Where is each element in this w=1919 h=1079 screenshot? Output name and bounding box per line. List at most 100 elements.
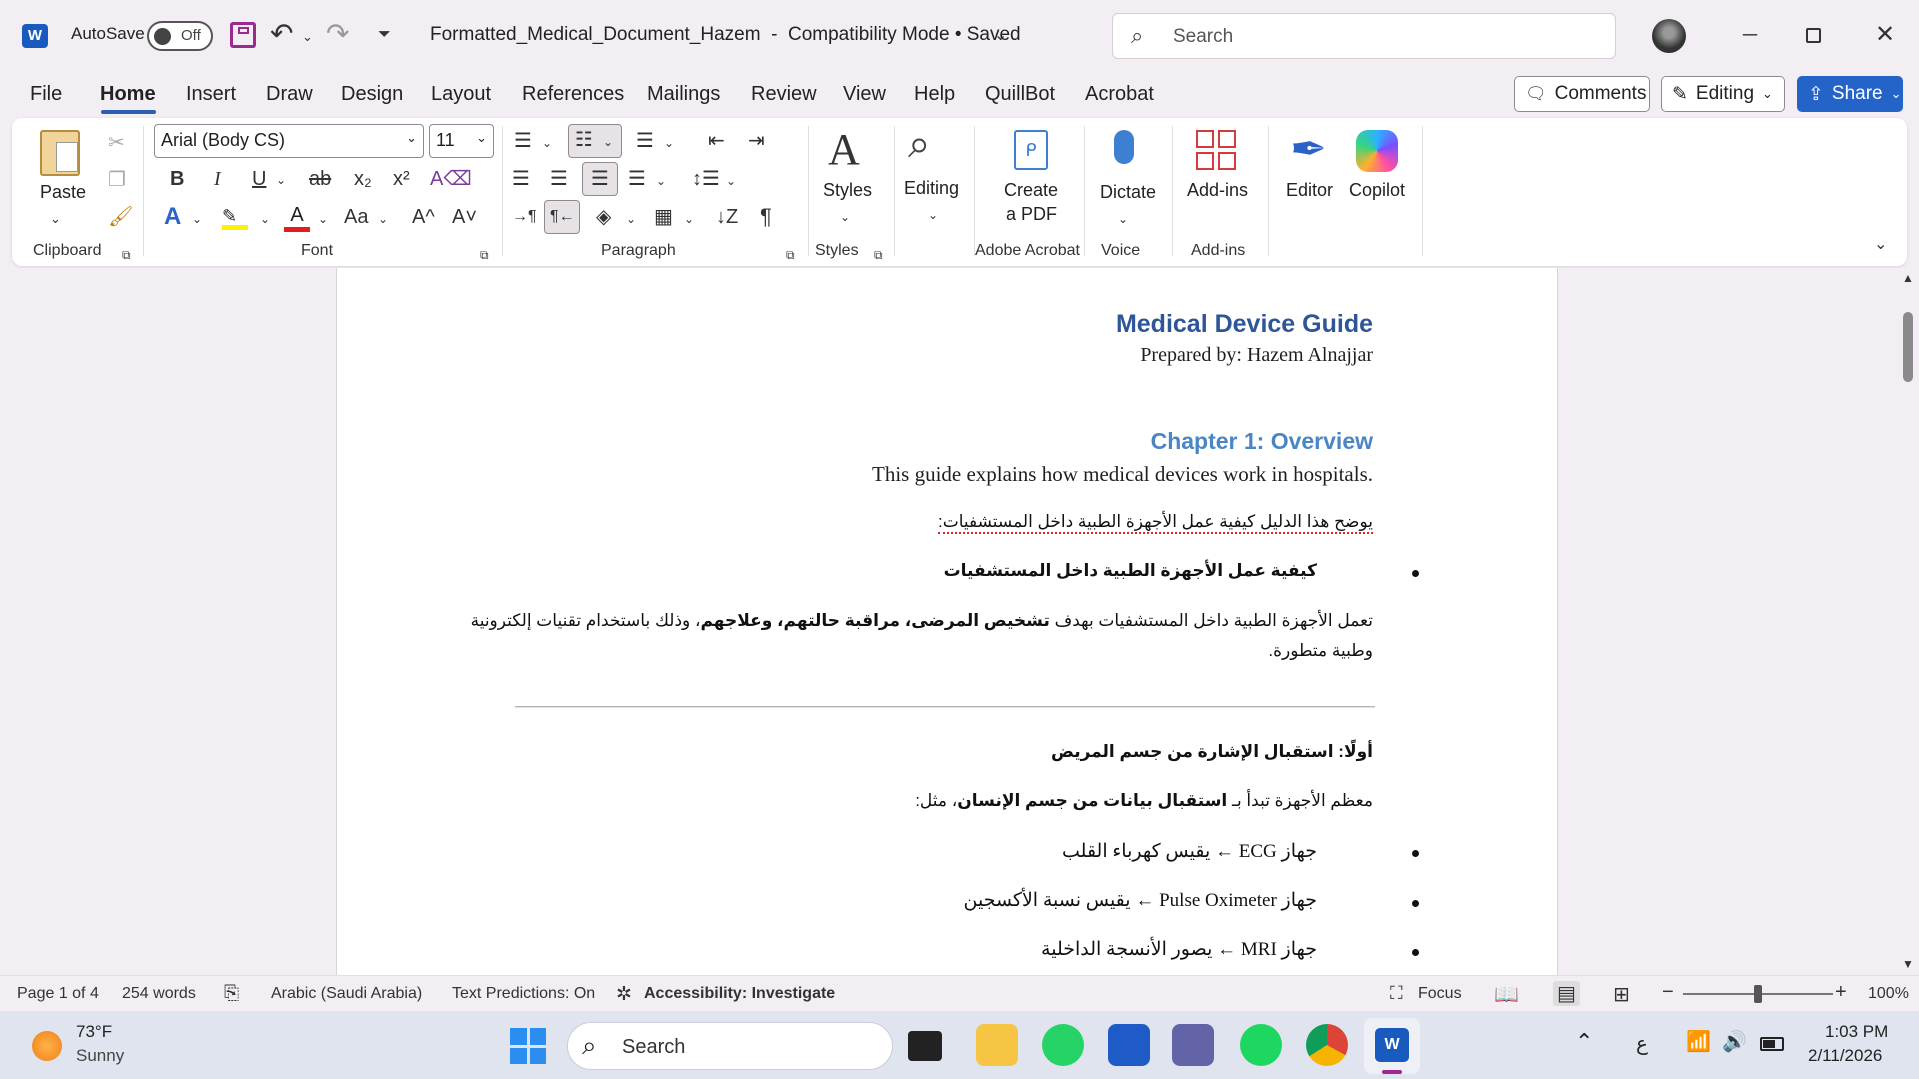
highlight-dropdown-icon[interactable]: ⌄ <box>260 204 270 234</box>
rtl-direction-button[interactable]: ¶← <box>544 200 580 234</box>
focus-button[interactable]: Focus <box>1418 985 1462 1003</box>
zoom-slider[interactable] <box>1683 985 1833 1003</box>
highlight-icon[interactable]: ✎ <box>222 206 248 230</box>
chrome-icon[interactable] <box>1306 1024 1348 1066</box>
word-app-icon[interactable]: W <box>22 24 48 48</box>
styles-icon[interactable]: A <box>828 124 860 175</box>
scroll-down-icon[interactable]: ▼ <box>1902 954 1914 974</box>
redo-icon[interactable]: ↷ <box>326 19 349 49</box>
paste-icon[interactable] <box>40 130 80 176</box>
justify-dropdown-icon[interactable]: ⌄ <box>656 166 666 196</box>
bullets-dropdown-icon[interactable]: ⌄ <box>542 128 552 158</box>
tab-help[interactable]: Help <box>914 83 955 106</box>
tab-references[interactable]: References <box>522 83 624 106</box>
print-layout-icon[interactable]: ▤ <box>1553 981 1580 1006</box>
read-mode-icon[interactable]: 📖 <box>1494 982 1519 1007</box>
align-right-button[interactable]: ☰ <box>582 162 618 196</box>
editing-button[interactable]: Editing <box>904 178 959 199</box>
show-hidden-icons[interactable]: ⌃ <box>1575 1029 1593 1055</box>
tab-acrobat[interactable]: Acrobat <box>1085 83 1154 106</box>
tab-home[interactable]: Home <box>100 83 156 106</box>
styles-button[interactable]: Styles <box>823 180 872 201</box>
restore-icon[interactable] <box>1806 28 1821 43</box>
addins-icon[interactable] <box>1196 130 1236 170</box>
undo-icon[interactable]: ↶ <box>270 19 293 49</box>
zoom-slider-thumb[interactable] <box>1754 985 1762 1003</box>
web-layout-icon[interactable]: ⊞ <box>1613 982 1630 1007</box>
text-predictions[interactable]: Text Predictions: On <box>452 985 595 1003</box>
document-page[interactable]: Medical Device Guide Prepared by: Hazem … <box>336 268 1558 975</box>
magnifier-icon[interactable]: ⌕ <box>908 122 930 167</box>
clock-time[interactable]: 1:03 PM <box>1825 1022 1888 1042</box>
change-case-button[interactable]: Aa <box>344 202 368 232</box>
paste-dropdown-icon[interactable]: ⌄ <box>50 204 61 234</box>
volume-icon[interactable]: 🔊 <box>1722 1029 1747 1054</box>
title-dropdown-icon[interactable]: ⌄ <box>994 21 1007 51</box>
copilot-button[interactable]: Copilot <box>1349 180 1405 201</box>
editing-mode-button[interactable]: ✎ Editing ⌄ <box>1661 76 1785 112</box>
start-icon[interactable] <box>510 1028 546 1064</box>
bold-button[interactable]: B <box>170 164 184 194</box>
bullets-icon[interactable]: ☰ <box>514 126 532 156</box>
tab-review[interactable]: Review <box>751 83 817 106</box>
word-taskbar-active[interactable]: W <box>1364 1018 1420 1074</box>
user-avatar[interactable] <box>1652 19 1686 53</box>
change-case-dropdown-icon[interactable]: ⌄ <box>378 204 388 234</box>
editing-dropdown-icon[interactable]: ⌄ <box>928 200 938 230</box>
search-box[interactable]: ⌕ Search <box>1112 13 1616 59</box>
tab-view[interactable]: View <box>843 83 886 106</box>
ltr-direction-icon[interactable]: →¶ <box>512 202 537 232</box>
focus-icon[interactable]: ⛶ <box>1390 983 1403 1004</box>
line-spacing-icon[interactable]: ↕☰ <box>692 164 720 194</box>
tab-file[interactable]: File <box>30 83 62 106</box>
teams-icon[interactable] <box>1172 1024 1214 1066</box>
line-spacing-dropdown-icon[interactable]: ⌄ <box>726 166 736 196</box>
share-button[interactable]: ⇪ Share ⌄ <box>1797 76 1903 112</box>
increase-indent-icon[interactable]: ⇥ <box>748 126 765 156</box>
microphone-icon[interactable] <box>1114 130 1134 164</box>
shading-icon[interactable]: ◈ <box>596 202 611 232</box>
cut-icon[interactable]: ✂ <box>108 128 125 158</box>
zoom-level[interactable]: 100% <box>1868 985 1909 1003</box>
tab-layout[interactable]: Layout <box>431 83 491 106</box>
editor-icon[interactable]: ✒ <box>1290 124 1327 175</box>
weather-desc[interactable]: Sunny <box>76 1046 124 1066</box>
styles-dropdown-icon[interactable]: ⌄ <box>840 202 850 232</box>
create-pdf-line2[interactable]: a PDF <box>1006 204 1057 225</box>
save-icon[interactable] <box>230 22 256 48</box>
addins-button[interactable]: Add-ins <box>1187 180 1248 201</box>
minimize-icon[interactable]: ─ <box>1735 20 1765 50</box>
borders-dropdown-icon[interactable]: ⌄ <box>684 204 694 234</box>
text-effects-dropdown-icon[interactable]: ⌄ <box>192 204 202 234</box>
font-color-icon[interactable]: A <box>284 204 310 232</box>
subscript-button[interactable]: x₂ <box>354 164 372 194</box>
shading-dropdown-icon[interactable]: ⌄ <box>626 204 636 234</box>
strikethrough-button[interactable]: ab <box>309 164 331 194</box>
word-count[interactable]: 254 words <box>122 985 196 1003</box>
paste-button[interactable]: Paste <box>40 182 86 203</box>
dictate-dropdown-icon[interactable]: ⌄ <box>1118 204 1128 234</box>
copy-icon[interactable]: ❐ <box>108 165 126 195</box>
weather-sun-icon[interactable] <box>32 1031 62 1061</box>
file-explorer-icon[interactable] <box>976 1024 1018 1066</box>
clock-date[interactable]: 2/11/2026 <box>1808 1046 1882 1066</box>
weather-temp[interactable]: 73°F <box>76 1022 112 1042</box>
underline-button[interactable]: U <box>252 164 266 194</box>
clipboard-launcher-icon[interactable]: ⧉ <box>122 240 131 270</box>
copilot-icon[interactable] <box>1356 130 1398 172</box>
input-language[interactable]: ع <box>1636 1031 1648 1056</box>
italic-button[interactable]: I <box>214 164 221 194</box>
font-launcher-icon[interactable]: ⧉ <box>480 240 489 270</box>
task-view-icon[interactable] <box>908 1031 942 1061</box>
scroll-thumb[interactable] <box>1903 312 1913 382</box>
paragraph-launcher-icon[interactable]: ⧉ <box>786 240 795 270</box>
decrease-indent-icon[interactable]: ⇤ <box>708 126 725 156</box>
font-color-dropdown-icon[interactable]: ⌄ <box>318 204 328 234</box>
zoom-in-icon[interactable]: + <box>1835 981 1847 1004</box>
justify-icon[interactable]: ☰ <box>628 164 646 194</box>
create-pdf-line1[interactable]: Create <box>1004 180 1058 201</box>
zoom-out-icon[interactable]: − <box>1662 981 1674 1004</box>
undo-dropdown-icon[interactable]: ⌄ <box>302 22 313 52</box>
borders-icon[interactable]: ▦ <box>654 202 673 232</box>
format-painter-icon[interactable]: 🖌 <box>108 202 133 232</box>
